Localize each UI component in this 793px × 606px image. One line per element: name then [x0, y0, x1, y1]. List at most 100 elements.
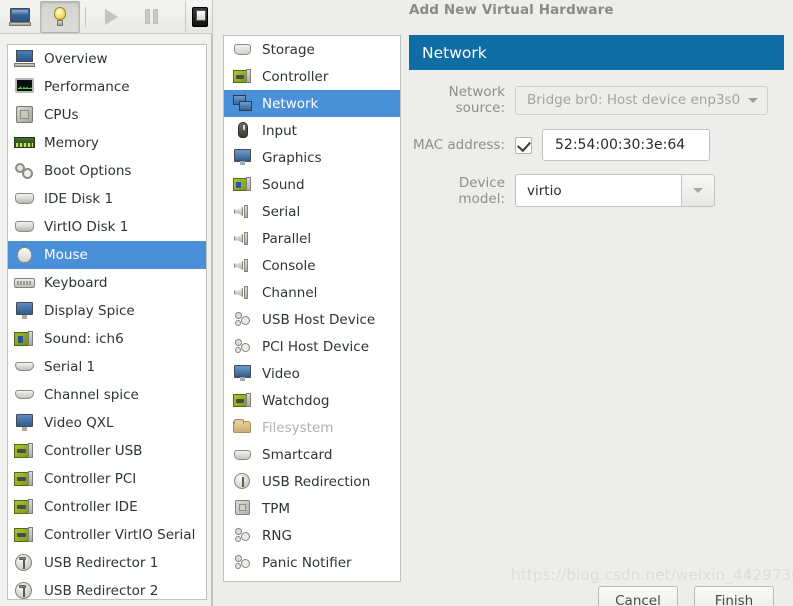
- hardware-item-cpus[interactable]: CPUs: [8, 101, 206, 129]
- device-item-console[interactable]: Console: [224, 252, 400, 279]
- device-item-label: RNG: [262, 527, 292, 544]
- shutdown-button[interactable]: [185, 1, 213, 32]
- controller-card-icon: [233, 67, 253, 86]
- device-item-serial[interactable]: Serial: [224, 198, 400, 225]
- hardware-item-label: Mouse: [44, 247, 88, 263]
- details-view-button[interactable]: [40, 0, 80, 33]
- hardware-item-performance[interactable]: Performance: [8, 73, 206, 101]
- device-item-label: Smartcard: [262, 446, 333, 463]
- device-item-rng[interactable]: RNG: [224, 522, 400, 549]
- hardware-item-label: IDE Disk 1: [44, 191, 114, 207]
- hardware-item-display-spice[interactable]: Display Spice: [8, 297, 206, 325]
- device-item-label: Graphics: [262, 149, 322, 166]
- device-item-smartcard[interactable]: Smartcard: [224, 441, 400, 468]
- hardware-item-keyboard[interactable]: Keyboard: [8, 269, 206, 297]
- serial-port-icon: [233, 283, 253, 302]
- device-model-input[interactable]: virtio: [515, 174, 681, 207]
- device-item-label: Filesystem: [262, 419, 334, 436]
- hardware-item-usb-redirector-2[interactable]: USB Redirector 2: [8, 577, 206, 599]
- device-item-storage[interactable]: Storage: [224, 36, 400, 63]
- hardware-item-virtio-disk-1[interactable]: VirtIO Disk 1: [8, 213, 206, 241]
- device-item-label: Controller: [262, 68, 329, 85]
- power-icon: [191, 6, 208, 27]
- gears-icon: [14, 161, 36, 181]
- mouse-input-icon: [233, 121, 253, 140]
- hardware-item-mouse[interactable]: Mouse: [8, 241, 206, 269]
- hardware-item-controller-pci[interactable]: Controller PCI: [8, 465, 206, 493]
- mac-address-input[interactable]: 52:54:00:30:3e:64: [542, 129, 710, 161]
- hardware-item-controller-usb[interactable]: Controller USB: [8, 437, 206, 465]
- pause-button[interactable]: [131, 1, 171, 33]
- host-device-icon: [233, 337, 253, 356]
- device-type-list[interactable]: Storage Controller Network Input Graphic…: [223, 35, 401, 582]
- device-item-network[interactable]: Network: [224, 90, 400, 117]
- mac-address-label: MAC address:: [413, 137, 505, 153]
- device-item-panic-notifier[interactable]: Panic Notifier: [224, 549, 400, 576]
- hardware-list[interactable]: Overview Performance CPUs Memory Boot Op…: [7, 44, 207, 600]
- hardware-item-sound[interactable]: Sound: ich6: [8, 325, 206, 353]
- performance-graph-icon: [14, 77, 36, 97]
- device-item-sound[interactable]: Sound: [224, 171, 400, 198]
- network-config-pane: Network Network source: Bridge br0: Host…: [409, 35, 784, 220]
- hardware-item-controller-ide[interactable]: Controller IDE: [8, 493, 206, 521]
- hardware-item-label: Controller VirtIO Serial: [44, 527, 196, 543]
- device-model-dropdown-button[interactable]: [681, 174, 715, 207]
- device-item-input[interactable]: Input: [224, 117, 400, 144]
- device-model-combobox[interactable]: virtio: [515, 174, 715, 207]
- dialog-title: Add New Virtual Hardware: [409, 2, 614, 18]
- display-icon: [14, 413, 36, 433]
- controller-card-icon: [233, 391, 253, 410]
- hardware-item-ide-disk-1[interactable]: IDE Disk 1: [8, 185, 206, 213]
- device-item-pci-host-device[interactable]: PCI Host Device: [224, 333, 400, 360]
- controller-card-icon: [14, 469, 36, 489]
- device-item-label: Parallel: [262, 230, 312, 247]
- usb-icon: [14, 581, 36, 599]
- console-view-button[interactable]: [0, 1, 40, 33]
- device-item-usb-redirection[interactable]: USB Redirection: [224, 468, 400, 495]
- hardware-item-label: Keyboard: [44, 275, 108, 291]
- hardware-item-memory[interactable]: Memory: [8, 129, 206, 157]
- network-source-dropdown[interactable]: Bridge br0: Host device enp3s0: [515, 85, 769, 115]
- mac-address-checkbox[interactable]: [515, 136, 532, 154]
- disk-icon: [14, 217, 36, 237]
- device-item-channel[interactable]: Channel: [224, 279, 400, 306]
- smartcard-icon: [233, 445, 253, 464]
- cancel-button[interactable]: Cancel: [598, 586, 678, 606]
- hardware-item-serial-1[interactable]: Serial 1: [8, 353, 206, 381]
- hardware-item-label: Serial 1: [44, 359, 96, 375]
- play-icon: [104, 8, 118, 25]
- device-item-graphics[interactable]: Graphics: [224, 144, 400, 171]
- toolbar: [0, 0, 213, 34]
- cpu-chip-icon: [14, 105, 36, 125]
- hardware-item-channel-spice[interactable]: Channel spice: [8, 381, 206, 409]
- sound-card-icon: [14, 329, 36, 349]
- hardware-item-label: USB Redirector 1: [44, 555, 159, 571]
- serial-port-icon: [233, 256, 253, 275]
- device-model-label: Device model:: [458, 174, 505, 207]
- hardware-item-video-qxl[interactable]: Video QXL: [8, 409, 206, 437]
- memory-module-icon: [14, 133, 36, 153]
- hardware-item-label: Overview: [44, 51, 108, 67]
- run-button[interactable]: [91, 1, 131, 33]
- device-item-tpm[interactable]: TPM: [224, 495, 400, 522]
- hardware-item-label: Controller PCI: [44, 471, 137, 487]
- sound-card-icon: [233, 175, 253, 194]
- hardware-item-controller-virtio-serial[interactable]: Controller VirtIO Serial: [8, 521, 206, 549]
- hardware-item-label: Controller IDE: [44, 499, 138, 515]
- hardware-item-usb-redirector-1[interactable]: USB Redirector 1: [8, 549, 206, 577]
- hardware-item-boot-options[interactable]: Boot Options: [8, 157, 206, 185]
- host-device-icon: [233, 553, 253, 572]
- usb-icon: [233, 472, 253, 491]
- device-item-label: Storage: [262, 41, 315, 58]
- device-item-controller[interactable]: Controller: [224, 63, 400, 90]
- overview-icon: [14, 49, 36, 69]
- device-item-watchdog[interactable]: Watchdog: [224, 387, 400, 414]
- device-item-parallel[interactable]: Parallel: [224, 225, 400, 252]
- device-item-usb-host-device[interactable]: USB Host Device: [224, 306, 400, 333]
- hardware-item-overview[interactable]: Overview: [8, 45, 206, 73]
- chevron-down-icon: [748, 97, 759, 103]
- serial-port-icon: [233, 229, 253, 248]
- pause-icon: [144, 9, 158, 24]
- device-item-video[interactable]: Video: [224, 360, 400, 387]
- finish-button[interactable]: Finish: [694, 586, 774, 606]
